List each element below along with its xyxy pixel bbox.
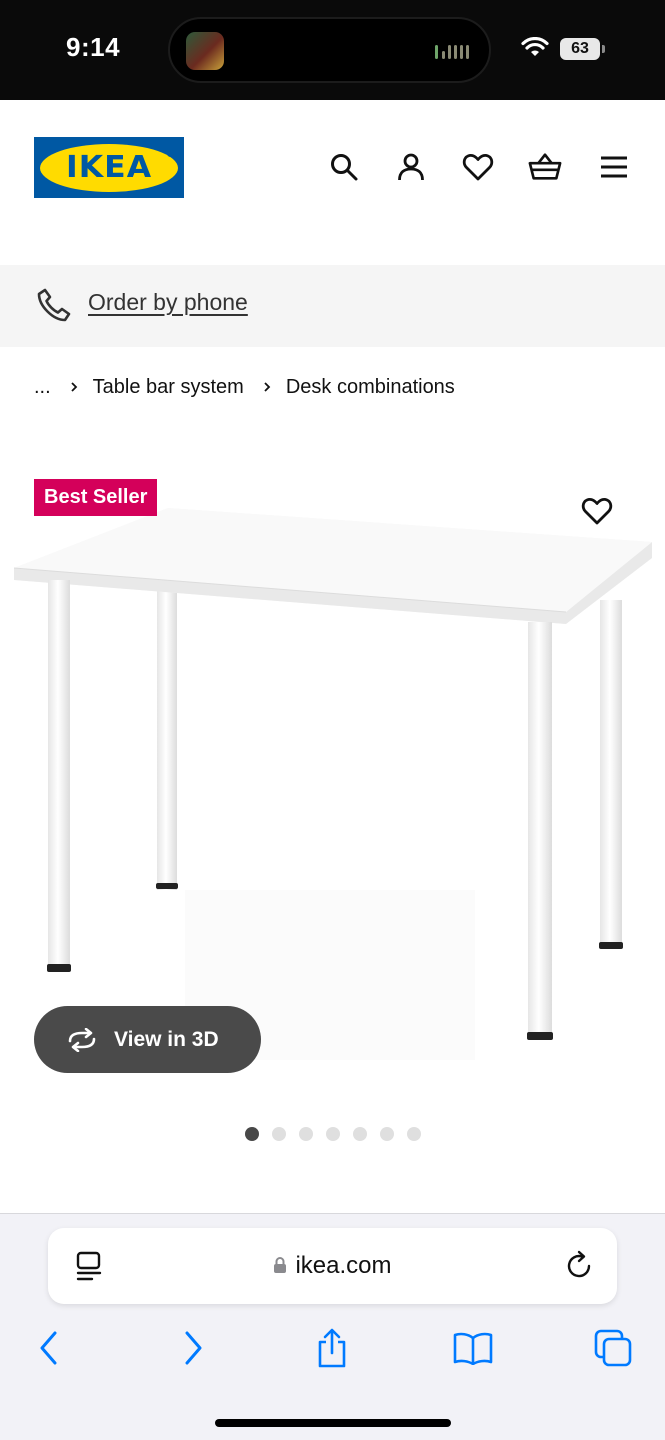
tabs-button[interactable] — [591, 1326, 635, 1370]
pagination-dot[interactable] — [245, 1127, 259, 1141]
url-text: ikea.com — [295, 1252, 392, 1279]
menu-icon[interactable] — [597, 150, 631, 184]
forward-button[interactable] — [171, 1326, 215, 1370]
address-bar[interactable]: ikea.com — [48, 1228, 617, 1304]
dynamic-island[interactable] — [168, 17, 491, 83]
phone-icon — [37, 288, 71, 322]
heart-icon — [581, 498, 613, 525]
lock-icon — [274, 1257, 287, 1273]
status-bar: 9:14 63 — [0, 0, 665, 100]
view-in-3d-label: View in 3D — [114, 1027, 219, 1051]
bookmarks-button[interactable] — [451, 1326, 495, 1370]
pagination-dot[interactable] — [326, 1127, 340, 1141]
order-by-phone-link[interactable]: Order by phone — [88, 289, 248, 316]
battery-icon: 63 — [560, 38, 605, 60]
view-in-3d-button[interactable]: View in 3D — [34, 1006, 261, 1073]
reload-icon[interactable] — [565, 1250, 595, 1282]
breadcrumb-ellipsis[interactable]: ... — [34, 376, 51, 399]
account-icon[interactable] — [394, 150, 428, 184]
order-by-phone-bar: Order by phone — [0, 265, 665, 347]
product-gallery[interactable]: Best Seller View in 3D — [0, 460, 665, 1160]
ikea-logo[interactable]: IKEA — [34, 137, 184, 198]
pagination-dot[interactable] — [380, 1127, 394, 1141]
breadcrumb: ... Table bar system Desk combinations — [34, 372, 455, 402]
home-indicator — [215, 1419, 451, 1427]
bookmarks-icon — [453, 1332, 493, 1365]
favourites-icon[interactable] — [461, 150, 495, 184]
back-icon — [40, 1331, 57, 1365]
search-icon[interactable] — [327, 150, 361, 184]
chevron-right-icon — [71, 382, 77, 392]
chevron-right-icon — [264, 382, 271, 392]
rotate-3d-icon — [68, 1027, 96, 1052]
browser-toolbar: ikea.com — [0, 1213, 665, 1440]
url-display[interactable]: ikea.com — [48, 1252, 617, 1280]
now-playing-art-icon[interactable] — [186, 32, 224, 70]
pagination-dot[interactable] — [299, 1127, 313, 1141]
best-seller-badge: Best Seller — [34, 479, 158, 516]
audio-waveform-icon — [435, 41, 471, 61]
image-pagination — [245, 1127, 421, 1141]
breadcrumb-item-desk-combinations[interactable]: Desk combinations — [286, 376, 455, 399]
forward-icon — [185, 1331, 202, 1365]
status-time: 9:14 — [66, 32, 121, 62]
share-icon — [318, 1328, 346, 1368]
breadcrumb-item-table-bar-system[interactable]: Table bar system — [93, 376, 244, 399]
back-button[interactable] — [27, 1326, 71, 1370]
tabs-icon — [594, 1329, 632, 1367]
wifi-icon — [521, 37, 549, 56]
pagination-dot[interactable] — [353, 1127, 367, 1141]
basket-icon[interactable] — [528, 150, 562, 184]
pagination-dot[interactable] — [272, 1127, 286, 1141]
logo-text: IKEA — [65, 150, 153, 185]
share-button[interactable] — [310, 1326, 354, 1370]
product-image — [13, 508, 652, 1060]
pagination-dot[interactable] — [407, 1127, 421, 1141]
site-header: IKEA — [0, 100, 665, 265]
add-to-favourites-button[interactable] — [578, 492, 616, 530]
